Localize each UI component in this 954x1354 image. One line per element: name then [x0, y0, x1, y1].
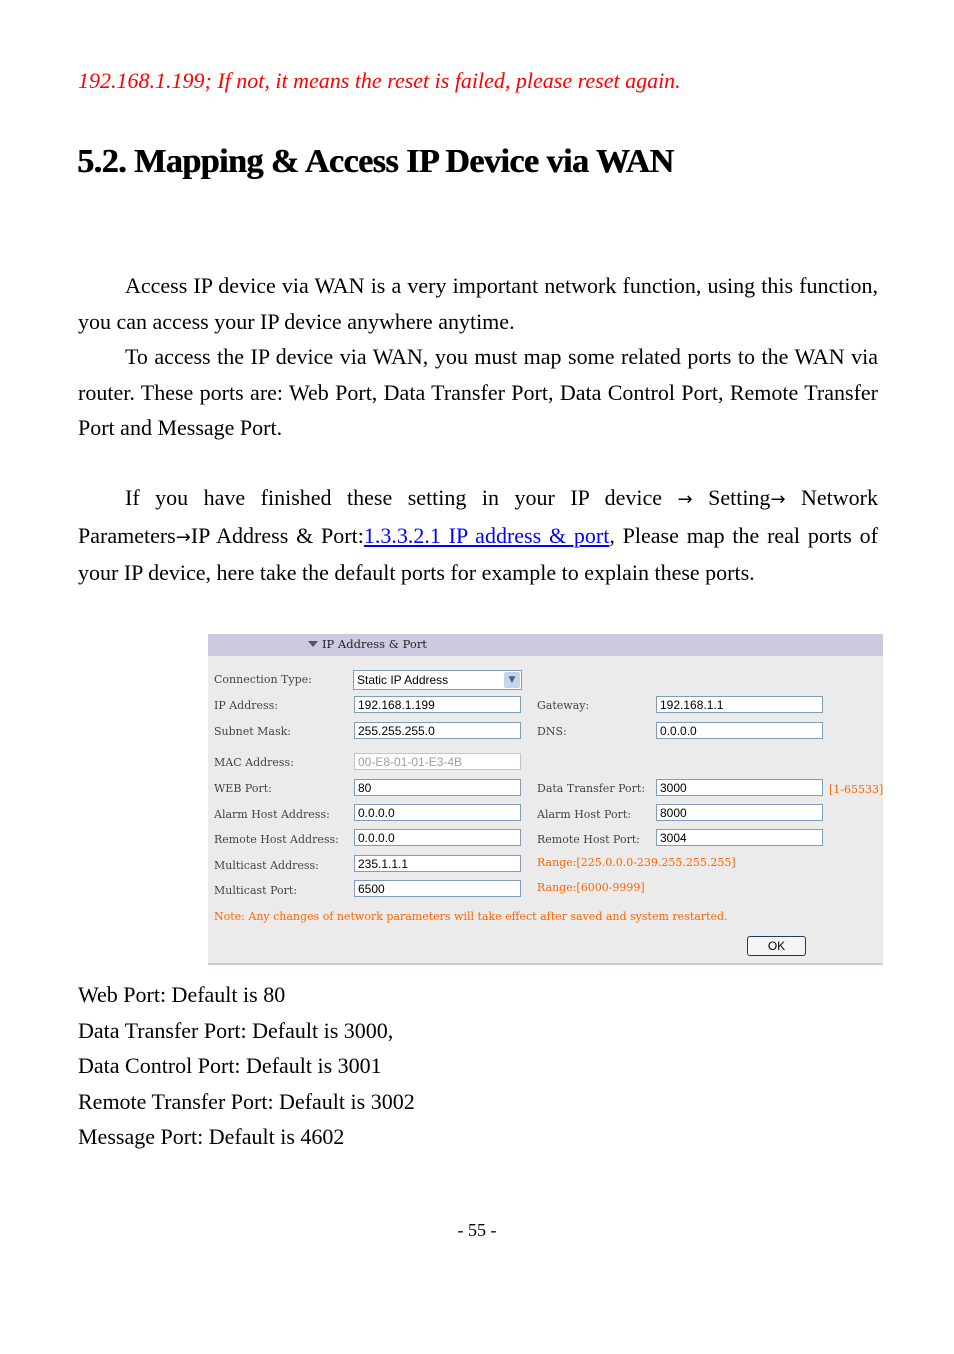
panel-header[interactable]: IP Address & Port [208, 634, 883, 656]
panel-title: IP Address & Port [308, 637, 427, 651]
alarm-host-address-input[interactable]: 0.0.0.0 [354, 804, 521, 821]
multicast-port-range-hint: Range:[6000-9999] [537, 881, 645, 894]
remote-host-address-label: Remote Host Address: [214, 833, 339, 846]
chevron-down-icon[interactable]: ▼ [504, 672, 520, 688]
connection-type-select[interactable]: Static IP Address ▼ [353, 670, 522, 690]
section-heading: 5.2. Mapping & Access IP Device via WAN [77, 143, 674, 180]
settings-text: If you have finished these setting in yo… [125, 485, 662, 510]
subnet-mask-label: Subnet Mask: [214, 725, 292, 738]
default-ports-list: Web Port: Default is 80 Data Transfer Po… [78, 977, 415, 1155]
collapse-triangle-icon [308, 641, 318, 647]
dns-label: DNS: [537, 725, 567, 738]
remote-host-port-input[interactable]: 3004 [656, 829, 823, 846]
multicast-port-input[interactable]: 6500 [354, 880, 521, 897]
ok-button[interactable]: OK [747, 936, 806, 956]
alarm-host-address-label: Alarm Host Address: [214, 808, 330, 821]
subnet-mask-input[interactable]: 255.255.255.0 [354, 722, 521, 739]
default-remote-transfer-port: Remote Transfer Port: Default is 3002 [78, 1088, 415, 1114]
multicast-address-label: Multicast Address: [214, 859, 319, 872]
data-transfer-port-label: Data Transfer Port: [537, 782, 646, 795]
ip-address-port-link[interactable]: 1.3.3.2.1 IP address & port [364, 523, 610, 548]
default-web-port: Web Port: Default is 80 [78, 982, 286, 1007]
setting-text: Setting [708, 485, 771, 510]
restart-note: Note: Any changes of network parameters … [214, 910, 728, 923]
ip-port-text: IP Address & Port: [190, 522, 364, 548]
gateway-label: Gateway: [537, 699, 590, 712]
gateway-input[interactable]: 192.168.1.1 [656, 696, 823, 713]
default-data-control-port: Data Control Port: Default is 3001 [78, 1053, 382, 1078]
arrow-right-icon: → [677, 489, 693, 510]
panel-title-text: IP Address & Port [322, 637, 427, 651]
paragraph-port-mapping: To access the IP device via WAN, you mus… [78, 344, 878, 440]
alarm-host-port-label: Alarm Host Port: [537, 808, 631, 821]
remote-host-port-label: Remote Host Port: [537, 833, 641, 846]
reset-note: 192.168.1.199; If not, it means the rese… [78, 68, 681, 93]
default-message-port: Message Port: Default is 4602 [78, 1124, 345, 1149]
default-data-transfer-port: Data Transfer Port: Default is 3000, [78, 1017, 394, 1043]
multicast-port-label: Multicast Port: [214, 884, 298, 897]
dns-input[interactable]: 0.0.0.0 [656, 722, 823, 739]
mac-address-label: MAC Address: [214, 756, 294, 769]
ip-address-label: IP Address: [214, 699, 279, 712]
web-port-label: WEB Port: [214, 782, 272, 795]
data-transfer-port-range-hint: [1-65533] [829, 783, 884, 796]
multicast-address-range-hint: Range:[225.0.0.0-239.255.255.255] [537, 856, 736, 869]
paragraph-settings-path: If you have finished these setting in yo… [78, 480, 878, 591]
remote-host-address-input[interactable]: 0.0.0.0 [354, 829, 521, 846]
web-port-input[interactable]: 80 [354, 779, 521, 796]
intro-paragraphs: Access IP device via WAN is a very impor… [78, 268, 878, 446]
page-number: - 55 - [457, 1220, 497, 1240]
ip-address-port-panel: IP Address & Port Connection Type: Stati… [208, 634, 883, 965]
arrow-right-icon: → [770, 489, 786, 510]
mac-address-input: 00-E8-01-01-E3-4B [354, 753, 521, 770]
multicast-address-input[interactable]: 235.1.1.1 [354, 855, 521, 872]
data-transfer-port-input[interactable]: 3000 [656, 779, 823, 796]
alarm-host-port-input[interactable]: 8000 [656, 804, 823, 821]
connection-type-value: Static IP Address [357, 673, 449, 687]
ip-address-input[interactable]: 192.168.1.199 [354, 696, 521, 713]
paragraph-wan-access: Access IP device via WAN is a very impor… [78, 273, 878, 334]
connection-type-label: Connection Type: [214, 673, 312, 686]
arrow-right-icon: → [175, 526, 191, 548]
